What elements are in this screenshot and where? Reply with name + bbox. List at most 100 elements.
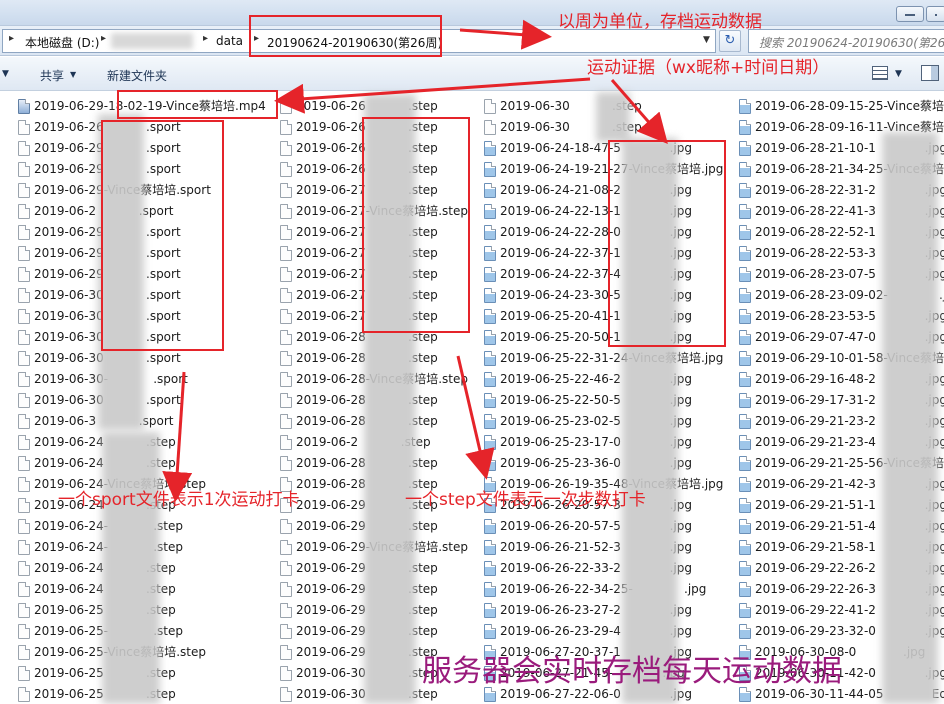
file-icon [18, 498, 30, 513]
file-name: 2019-06-29-21-51-1 [755, 498, 876, 512]
file-name: 2019-06-28-09-15-25-Vince蔡培培 [755, 99, 944, 113]
file-name: 2019-06-27 [296, 246, 366, 260]
organize-arrow-icon[interactable]: ▼ [2, 69, 9, 79]
window-title-bar [0, 0, 944, 26]
file-icon [280, 141, 292, 156]
file-name: 2019-06-28-22-41-3 [755, 204, 876, 218]
file-name: 2019-06-26-20-57-5 [500, 519, 621, 533]
jpg-icon [484, 603, 496, 618]
file-icon [280, 267, 292, 282]
annotation-box-mp4 [117, 90, 278, 119]
file-icon [280, 624, 292, 639]
file-icon [18, 582, 30, 597]
file-icon [18, 645, 30, 660]
jpg-icon [739, 267, 751, 282]
jpg-icon [484, 288, 496, 303]
file-name: 2019-06-28 [296, 351, 366, 365]
jpg-icon [739, 246, 751, 261]
breadcrumb-arrow-icon[interactable]: ▸ [203, 33, 208, 44]
search-input[interactable]: 搜索 20190624-20190630(第26周) [748, 29, 944, 53]
file-name: 2019-06-26 [296, 120, 366, 134]
address-dropdown-icon[interactable]: ▼ [703, 35, 710, 45]
jpg-icon [739, 477, 751, 492]
file-icon [18, 456, 30, 471]
file-name: 2019-06-29-17-31-2 [755, 393, 876, 407]
file-name: 2019-06-24-22-37-4 [500, 267, 621, 281]
file-icon [280, 645, 292, 660]
file-name: 2019-06-26-23-29-4 [500, 624, 621, 638]
file-name: 2019-06-26-22-33-2 [500, 561, 621, 575]
file-icon [484, 120, 496, 135]
file-icon [280, 540, 292, 555]
file-name: 2019-06-28-22-53-3 [755, 246, 876, 260]
breadcrumb-drive[interactable]: 本地磁盘 (D:) [25, 34, 99, 51]
jpg-icon [484, 309, 496, 324]
jpg-icon [484, 582, 496, 597]
file-icon [18, 330, 30, 345]
jpg-icon [739, 582, 751, 597]
file-name: 2019-06-30 [34, 351, 104, 365]
file-name: 2019-06-25- [34, 624, 109, 638]
breadcrumb-redacted [111, 33, 193, 49]
jpg-icon [484, 246, 496, 261]
file-name: 2019-06-28-23-09-02- [755, 288, 888, 302]
refresh-icon[interactable]: ↻ [719, 30, 741, 52]
file-name: 2019-06-28-21-10-1 [755, 141, 876, 155]
new-folder-button[interactable]: 新建文件夹 [107, 67, 167, 84]
annotation-box-jpg [608, 140, 726, 347]
file-icon [280, 246, 292, 261]
jpg-icon [739, 540, 751, 555]
maximize-button[interactable] [926, 6, 944, 22]
file-name: 2019-06-25-22-31-24-Vince蔡培培.jpg [500, 351, 724, 365]
file-icon [18, 477, 30, 492]
file-name: 2019-06-29-16-48-2 [755, 372, 876, 386]
file-name: 2019-06-28 [296, 414, 366, 428]
file-name: 2019-06-29 [34, 162, 104, 176]
breadcrumb-data[interactable]: data [216, 34, 243, 48]
file-name: 2019-06-29-21-42-3 [755, 477, 876, 491]
view-options-icon[interactable] [872, 66, 888, 80]
preview-pane-icon[interactable] [921, 65, 939, 81]
minimize-button[interactable] [896, 6, 924, 22]
file-name: 2019-06-26 [296, 141, 366, 155]
annotation-evidence: 运动证据（wx昵称+时间日期） [587, 58, 830, 78]
share-button[interactable]: 共享 [40, 67, 64, 84]
file-icon [18, 246, 30, 261]
file-name: 2019-06-26 [34, 120, 104, 134]
jpg-icon [484, 540, 496, 555]
jpg-icon [484, 414, 496, 429]
file-name: 2019-06-27 [296, 267, 366, 281]
file-icon [280, 330, 292, 345]
file-name: 2019-06-24-22-37-1 [500, 246, 621, 260]
jpg-icon [739, 393, 751, 408]
share-dropdown-icon[interactable]: ▼ [70, 70, 76, 79]
file-icon [18, 372, 30, 387]
file-icon [18, 120, 30, 135]
file-name: 2019-06-27 [296, 309, 366, 323]
breadcrumb-arrow-icon[interactable]: ▸ [9, 33, 14, 44]
file-name: 2019-06-24-22-13-1 [500, 204, 621, 218]
file-icon [18, 666, 30, 681]
file-name: 2019-06-24 [34, 435, 104, 449]
annotation-box-folder [249, 15, 442, 57]
file-icon [280, 561, 292, 576]
file-name: 2019-06-28-22-31-2 [755, 183, 876, 197]
file-name: 2019-06-30 [296, 687, 366, 701]
file-name: 2019-06-25-22-50-5 [500, 393, 621, 407]
view-dropdown-icon[interactable]: ▼ [895, 69, 902, 79]
file-name: 2019-06-26-22-34-25- [500, 582, 633, 596]
file-name: 2019-06-29 [296, 582, 366, 596]
file-icon [18, 561, 30, 576]
file-extension: .jpg [939, 288, 944, 302]
file-icon [18, 603, 30, 618]
mp4-icon [18, 99, 30, 114]
breadcrumb-arrow-icon[interactable]: ▸ [101, 33, 106, 44]
jpg-icon [484, 393, 496, 408]
file-name: 2019-06-29-22-26-3 [755, 582, 876, 596]
file-icon [280, 687, 292, 702]
file-name: 2019-06-30 [34, 309, 104, 323]
file-name: 2019-06-24- [34, 519, 109, 533]
jpg-icon [739, 330, 751, 345]
annotation-step-note: 一个step文件表示一次步数打卡 [405, 490, 646, 510]
file-icon [280, 204, 292, 219]
